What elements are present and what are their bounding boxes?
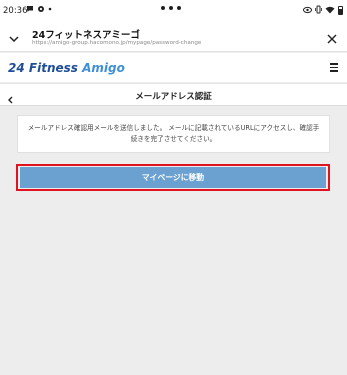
go-to-mypage-button[interactable]: マイページに移動 [20,167,326,188]
chevron-down-icon[interactable] [8,30,20,43]
page-root: 20:36 24フィットネスアミーゴ https://amigo-group.h… [0,0,347,375]
confirmation-message: メールアドレス確認用メールを送信しました。 メールに記載されているURLにアクセ… [17,115,330,153]
eye-icon [303,6,312,16]
site-header: 24 Fitness Amigo [0,53,347,82]
status-right-icons [303,5,343,16]
hamburger-icon[interactable] [330,63,338,72]
camera-dots [161,6,181,10]
settings-icon [37,5,45,16]
wifi-icon [325,6,335,16]
browser-page-title: 24フィットネスアミーゴ [32,30,140,41]
status-time: 20:36 [3,6,28,16]
vibrate-icon [315,5,322,16]
logo-number: 24 [8,61,25,75]
page-title-bar: メールアドレス認証 [0,83,347,106]
browser-url[interactable]: https://amigo-group.hacomono.jp/mypage/p… [32,40,201,46]
browser-url-bar: 24フィットネスアミーゴ https://amigo-group.hacomon… [0,22,347,52]
page-title: メールアドレス認証 [135,92,212,102]
site-logo[interactable]: 24 Fitness Amigo [8,61,125,75]
notification-dot-icon [48,5,52,16]
chat-icon [26,5,34,16]
status-bar: 20:36 [0,0,347,22]
logo-fitness: Fitness [28,61,78,75]
status-left-icons [26,5,52,16]
logo-amigo: Amigo [82,61,125,75]
close-icon[interactable] [326,30,338,44]
battery-icon [338,6,343,15]
